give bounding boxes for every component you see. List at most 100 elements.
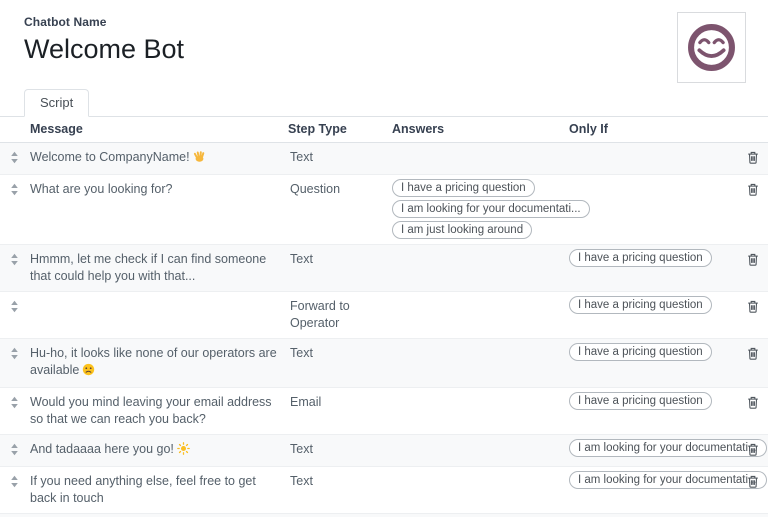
answers-cell[interactable] — [390, 467, 567, 473]
message-cell[interactable]: What are you looking for? — [28, 175, 286, 204]
trash-icon — [747, 348, 759, 363]
delete-row-button[interactable] — [745, 394, 761, 411]
only-if-cell[interactable]: I have a pricing question — [567, 292, 737, 319]
script-step-row[interactable]: Hmmm, let me check if I can find someone… — [0, 245, 768, 292]
step-type-cell[interactable]: Question — [286, 175, 390, 204]
drag-handle[interactable] — [0, 467, 28, 488]
delete-row-button[interactable] — [745, 181, 761, 198]
step-type-cell[interactable]: Text — [286, 143, 390, 172]
drag-handle-icon — [10, 443, 19, 456]
trash-cell — [737, 143, 768, 166]
delete-row-button[interactable] — [745, 149, 761, 166]
drag-handle-icon — [10, 183, 19, 196]
answers-cell[interactable] — [390, 339, 567, 345]
trash-icon — [747, 444, 759, 459]
only-if-cell[interactable]: I have a pricing question — [567, 388, 737, 415]
sun-emoji-icon — [177, 442, 190, 460]
delete-row-button[interactable] — [745, 345, 761, 362]
answers-cell[interactable] — [390, 245, 567, 251]
tab-bar: Script — [0, 89, 768, 117]
drag-handle[interactable] — [0, 435, 28, 456]
delete-row-button[interactable] — [745, 441, 761, 458]
only-if-pill-line: I have a pricing question — [569, 343, 733, 364]
column-header-only-if[interactable]: Only If — [567, 117, 737, 142]
only-if-cell[interactable]: I am looking for your documentati... — [567, 435, 737, 462]
step-type-cell[interactable]: Text — [286, 435, 390, 464]
drag-handle[interactable] — [0, 245, 28, 266]
script-step-row[interactable]: What are you looking for?QuestionI have … — [0, 175, 768, 245]
step-type-cell[interactable]: Text — [286, 245, 390, 274]
answers-cell[interactable] — [390, 292, 567, 298]
step-type-cell[interactable]: Forward to Operator — [286, 292, 390, 338]
drag-handle-icon — [10, 253, 19, 266]
column-header-answers[interactable]: Answers — [390, 117, 567, 142]
trash-cell — [737, 175, 768, 198]
drag-handle[interactable] — [0, 175, 28, 196]
script-step-row[interactable]: If you need anything else, feel free to … — [0, 467, 768, 514]
step-type-cell[interactable]: Text — [286, 339, 390, 368]
script-step-row[interactable]: Would you mind leaving your email addres… — [0, 388, 768, 435]
step-type-cell[interactable]: Email — [286, 388, 390, 417]
message-cell[interactable]: Hmmm, let me check if I can find someone… — [28, 245, 286, 291]
message-cell[interactable]: Would you mind leaving your email addres… — [28, 388, 286, 434]
page-header: Chatbot Name Welcome Bot — [0, 0, 768, 66]
answer-pill[interactable]: I have a pricing question — [392, 179, 535, 197]
step-type-cell[interactable]: Text — [286, 467, 390, 496]
script-step-row[interactable]: Forward to Operator I have a pricing ques… — [0, 292, 768, 339]
chatbot-form-page: Chatbot Name Welcome Bot Script Message … — [0, 0, 768, 517]
delete-row-button[interactable] — [745, 473, 761, 490]
only-if-pill[interactable]: I have a pricing question — [569, 343, 712, 361]
only-if-pill-line: I have a pricing question — [569, 296, 733, 317]
drag-handle[interactable] — [0, 292, 28, 313]
answer-pill-line: I am looking for your documentati... — [392, 200, 563, 221]
column-header-message[interactable]: Message — [28, 117, 286, 142]
only-if-cell[interactable]: I have a pricing question — [567, 339, 737, 366]
drag-handle-icon — [10, 300, 19, 313]
only-if-cell[interactable]: I have a pricing question — [567, 245, 737, 272]
answers-cell[interactable]: I have a pricing question I am looking fo… — [390, 175, 567, 244]
chatbot-avatar[interactable] — [677, 12, 746, 83]
script-step-row[interactable]: Hu-ho, it looks like none of our operato… — [0, 339, 768, 388]
page-title[interactable]: Welcome Bot — [24, 32, 744, 66]
message-text: Would you mind leaving your email addres… — [30, 395, 272, 426]
answer-pill[interactable]: I am looking for your documentati... — [392, 200, 590, 218]
tab-script[interactable]: Script — [24, 89, 89, 117]
drag-handle-icon — [10, 347, 19, 360]
answer-pill-line: I am just looking around — [392, 221, 563, 242]
only-if-pill-line: I have a pricing question — [569, 249, 733, 270]
trash-cell — [737, 435, 768, 458]
trash-cell — [737, 467, 768, 490]
only-if-cell[interactable] — [567, 175, 737, 181]
message-cell[interactable] — [28, 292, 286, 304]
trash-cell — [737, 245, 768, 268]
only-if-pill[interactable]: I have a pricing question — [569, 296, 712, 314]
drag-handle[interactable] — [0, 143, 28, 164]
message-cell[interactable]: Hu-ho, it looks like none of our operato… — [28, 339, 286, 387]
trash-icon — [747, 152, 759, 167]
drag-handle-icon — [10, 151, 19, 164]
answer-pill-line: I have a pricing question — [392, 179, 563, 200]
answer-pill[interactable]: I am just looking around — [392, 221, 532, 239]
message-text: Welcome to CompanyName! — [30, 150, 190, 164]
trash-icon — [747, 254, 759, 269]
answers-cell[interactable] — [390, 388, 567, 394]
confused-face-emoji-icon — [82, 363, 95, 381]
script-step-row[interactable]: Welcome to CompanyName! Text — [0, 143, 768, 175]
drag-handle[interactable] — [0, 388, 28, 409]
answers-cell[interactable] — [390, 435, 567, 441]
column-header-step-type[interactable]: Step Type — [286, 117, 390, 142]
only-if-pill[interactable]: I have a pricing question — [569, 249, 712, 267]
script-step-row[interactable]: And tadaaaa here you go!Text I am looking… — [0, 435, 768, 467]
only-if-cell[interactable]: I am looking for your documentati... — [567, 467, 737, 494]
only-if-pill-line: I am looking for your documentati... — [569, 471, 733, 492]
only-if-pill[interactable]: I have a pricing question — [569, 392, 712, 410]
handle-column-header — [0, 117, 28, 142]
message-cell[interactable]: If you need anything else, feel free to … — [28, 467, 286, 513]
delete-row-button[interactable] — [745, 298, 761, 315]
message-cell[interactable]: Welcome to CompanyName! — [28, 143, 286, 174]
only-if-cell[interactable] — [567, 143, 737, 149]
answers-cell[interactable] — [390, 143, 567, 149]
drag-handle[interactable] — [0, 339, 28, 360]
message-cell[interactable]: And tadaaaa here you go! — [28, 435, 286, 466]
delete-row-button[interactable] — [745, 251, 761, 268]
